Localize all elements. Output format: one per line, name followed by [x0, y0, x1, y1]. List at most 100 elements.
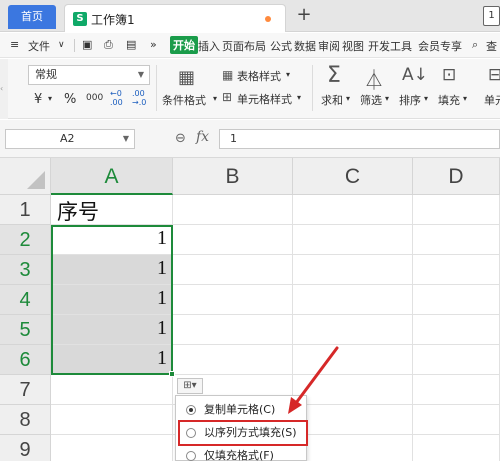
fill-button[interactable]: 填充 [438, 92, 460, 108]
table-style-icon[interactable]: ▦ [222, 68, 233, 82]
select-all-corner[interactable] [0, 158, 51, 195]
number-format-select[interactable]: 常规 ▼ [28, 65, 150, 85]
row-header-5[interactable]: 5 [0, 315, 51, 345]
conditional-format-button[interactable]: 条件格式 [162, 92, 206, 108]
menu-view[interactable]: 视图 [342, 38, 364, 54]
column-header-b[interactable]: B [173, 158, 293, 195]
chevron-down-icon[interactable]: ▾ [286, 70, 290, 79]
cell-a3[interactable]: 1 [51, 255, 173, 285]
cell-c4[interactable] [293, 285, 413, 315]
cell-c5[interactable] [293, 315, 413, 345]
cell-c3[interactable] [293, 255, 413, 285]
row-header-1[interactable]: 1 [0, 195, 51, 225]
fill-handle[interactable] [169, 371, 175, 377]
cell-d4[interactable] [413, 285, 500, 315]
row-header-3[interactable]: 3 [0, 255, 51, 285]
cell-d2[interactable] [413, 225, 500, 255]
single-cell-icon[interactable]: ⊟ [488, 65, 500, 85]
chevron-down-icon[interactable]: ▾ [385, 94, 389, 103]
cell-d9[interactable] [413, 435, 500, 461]
decrease-decimal-button[interactable]: .00 →.0 [132, 89, 146, 107]
row-header-7[interactable]: 7 [0, 375, 51, 405]
chevron-down-icon[interactable]: ▾ [297, 93, 301, 102]
menu-member[interactable]: 会员专享 [418, 38, 462, 54]
column-header-c[interactable]: C [293, 158, 413, 195]
percent-button[interactable]: % [64, 92, 76, 107]
cell-b5[interactable] [173, 315, 293, 345]
menu-formulas[interactable]: 公式 [270, 38, 292, 54]
column-header-d[interactable]: D [413, 158, 500, 195]
cell-d5[interactable] [413, 315, 500, 345]
chevron-down-icon[interactable]: ∨ [58, 40, 65, 50]
cell-a5[interactable]: 1 [51, 315, 173, 345]
cell-d8[interactable] [413, 405, 500, 435]
auto-fill-options-button[interactable]: ⊞▾ [177, 378, 203, 394]
filter-icon[interactable]: ⏃ [364, 64, 384, 93]
cell-a6[interactable]: 1 [51, 345, 173, 375]
row-header-2[interactable]: 2 [0, 225, 51, 255]
menu-developer[interactable]: 开发工具 [368, 38, 412, 54]
menu-insert[interactable]: 插入 [198, 38, 220, 54]
cell-a7[interactable] [51, 375, 173, 405]
cell-a8[interactable] [51, 405, 173, 435]
zoom-icon[interactable]: ⊖ [175, 131, 186, 146]
chevron-down-icon[interactable]: ▾ [48, 94, 52, 103]
cell-c2[interactable] [293, 225, 413, 255]
option-fill-series[interactable]: 以序列方式填充(S) [178, 420, 308, 446]
name-box[interactable]: A2 ▼ [5, 129, 135, 149]
filter-button[interactable]: 筛选 [360, 92, 382, 108]
print-icon[interactable]: ⎙ [104, 38, 113, 52]
row-header-8[interactable]: 8 [0, 405, 51, 435]
cell-b3[interactable] [173, 255, 293, 285]
column-header-a[interactable]: A [51, 158, 173, 195]
cell-d6[interactable] [413, 345, 500, 375]
insert-function-icon[interactable]: fx [196, 129, 209, 145]
chevron-down-icon[interactable]: ▾ [463, 94, 467, 103]
menu-file[interactable]: 文件 [28, 38, 50, 54]
search-icon[interactable]: ⌕ [472, 38, 478, 52]
more-chevron-icon[interactable]: » [150, 38, 157, 51]
option-fill-formatting-only[interactable]: 仅填充格式(F) [180, 445, 306, 461]
cell-b6[interactable] [173, 345, 293, 375]
tab-workbook[interactable]: S 工作簿1 [64, 4, 286, 32]
formula-input[interactable]: 1 [219, 129, 500, 149]
single-cell-button[interactable]: 单元 [484, 92, 500, 108]
menu-home[interactable]: 开始 [170, 36, 198, 54]
table-style-button[interactable]: 表格样式 [237, 68, 281, 84]
window-count-indicator[interactable]: 1 [483, 6, 500, 26]
tab-home[interactable]: 首页 [8, 5, 56, 29]
cell-b4[interactable] [173, 285, 293, 315]
cell-style-button[interactable]: 单元格样式 [237, 91, 292, 107]
cell-d3[interactable] [413, 255, 500, 285]
sum-icon[interactable]: Σ [327, 63, 341, 88]
ribbon-scroll-left[interactable]: ‹ [0, 59, 8, 119]
cell-c6[interactable] [293, 345, 413, 375]
currency-button[interactable]: ¥ [34, 92, 42, 107]
cell-a4[interactable]: 1 [51, 285, 173, 315]
fill-icon[interactable]: ⊡ [442, 65, 456, 85]
row-header-4[interactable]: 4 [0, 285, 51, 315]
sort-icon[interactable]: A↓ [402, 65, 428, 85]
cell-d7[interactable] [413, 375, 500, 405]
save-icon[interactable]: ▣ [82, 38, 92, 51]
cell-a9[interactable] [51, 435, 173, 461]
option-copy-cells[interactable]: 复制单元格(C) [180, 399, 306, 421]
cell-b1[interactable] [173, 195, 293, 225]
sort-button[interactable]: 排序 [399, 92, 421, 108]
cell-a2[interactable]: 1 [51, 225, 173, 255]
row-header-9[interactable]: 9 [0, 435, 51, 461]
cell-style-icon[interactable]: ⊞ [222, 90, 232, 104]
cell-c1[interactable] [293, 195, 413, 225]
search-label[interactable]: 查 [486, 38, 497, 54]
hamburger-icon[interactable]: ≡ [10, 38, 19, 51]
chevron-down-icon[interactable]: ▾ [346, 94, 350, 103]
increase-decimal-button[interactable]: ←0 .00 [110, 89, 123, 107]
row-header-6[interactable]: 6 [0, 345, 51, 375]
menu-page-layout[interactable]: 页面布局 [222, 38, 266, 54]
menu-data[interactable]: 数据 [294, 38, 316, 54]
new-tab-button[interactable]: + [294, 5, 314, 25]
print-preview-icon[interactable]: ▤ [126, 38, 136, 51]
cell-c8[interactable] [293, 405, 413, 435]
cell-d1[interactable] [413, 195, 500, 225]
sum-button[interactable]: 求和 [321, 92, 343, 108]
